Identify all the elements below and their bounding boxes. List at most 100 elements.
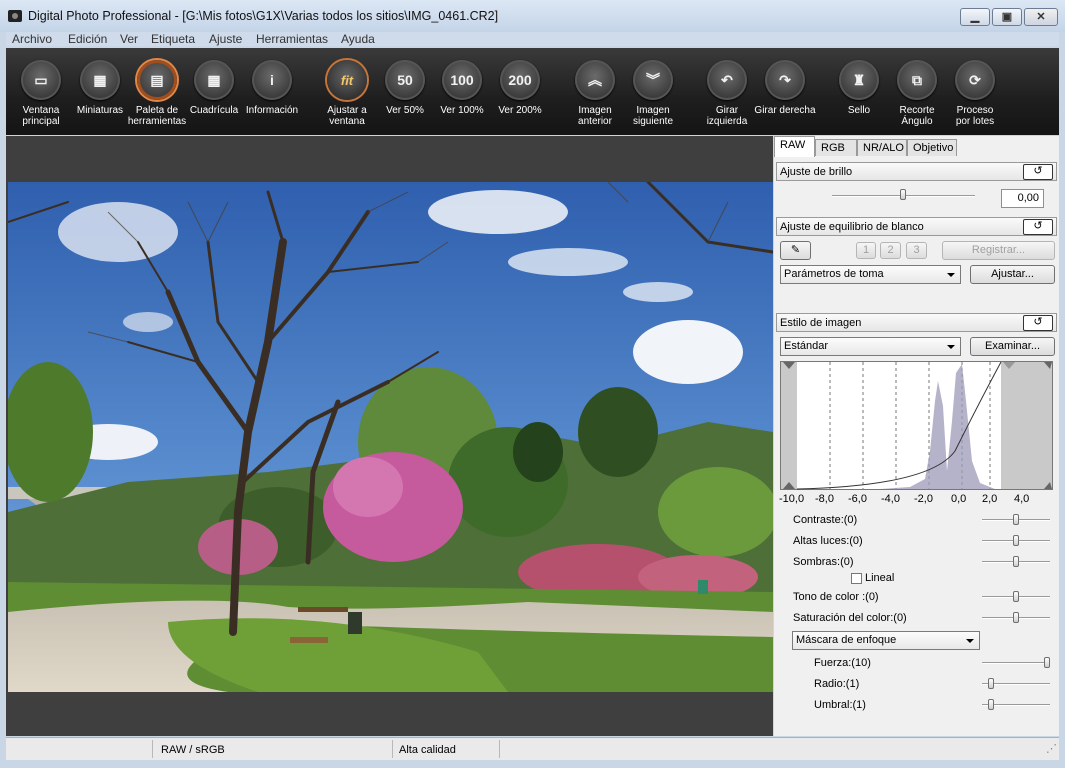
tool-palette-button[interactable]: ▤ Paleta de herramientas [126,60,188,127]
tab-nr-alo[interactable]: NR/ALO [857,139,907,156]
minimize-button[interactable]: ▁ [960,8,990,26]
eyedropper-icon: ✎ [790,244,801,256]
radius-slider-thumb[interactable] [988,678,994,689]
highlights-slider-thumb[interactable] [1013,535,1019,546]
strength-label: Fuerza:(10) [814,657,871,669]
radius-label: Radio:(1) [814,678,860,690]
tone-histogram[interactable] [780,361,1053,491]
zoom-100-label: Ver 100% [440,105,484,116]
browse-button[interactable]: Examinar... [970,337,1055,356]
register-button[interactable]: Registrar... [942,241,1055,260]
thumbnails-button[interactable]: ▦ Miniaturas [69,60,131,116]
tool-palette: RAW RGB NR/ALO Objetivo Ajuste de brillo… [774,136,1059,736]
white-balance-reset-button[interactable]: ↺ [1023,219,1053,235]
brightness-slider-thumb[interactable] [900,189,906,200]
tab-rgb[interactable]: RGB [815,139,857,156]
tab-raw[interactable]: RAW [774,136,815,157]
linear-label: Lineal [865,572,895,584]
next-image-icon: ︾ [633,60,673,100]
saturation-label: Saturación del color:(0) [793,612,907,624]
fit-window-label: Ajustar a ventana [327,105,367,127]
maximize-icon: ▣ [1001,11,1013,23]
batch-process-label: Proceso por lotes [955,105,995,127]
stamp-icon: ♜ [839,60,879,100]
axis-tick-m8: -8,0 [815,493,834,505]
status-colorspace: RAW / sRGB [161,744,225,756]
status-quality: Alta calidad [399,744,456,756]
info-button[interactable]: i Información [241,60,303,116]
landscape-photo [8,182,773,692]
threshold-slider-thumb[interactable] [988,699,994,710]
eyedropper-button[interactable]: ✎ [780,241,811,260]
menu-archivo[interactable]: Archivo [12,32,52,46]
strength-slider-thumb[interactable] [1044,657,1050,668]
close-button[interactable]: ✕ [1024,8,1058,26]
wb-preset-2-button[interactable]: 2 [880,242,901,259]
maximize-button[interactable]: ▣ [992,8,1022,26]
brightness-value-field[interactable]: 0,00 [1001,189,1044,208]
contrast-slider-thumb[interactable] [1013,514,1019,525]
shadows-label: Sombras:(0) [793,556,854,568]
contrast-label: Contraste:(0) [793,514,858,526]
shadows-slider-thumb[interactable] [1013,556,1019,567]
adjust-button[interactable]: Ajustar... [970,265,1055,284]
image-viewer[interactable] [6,136,773,736]
zoom-50-icon: 50 [385,60,425,100]
next-image-button[interactable]: ︾ Imagen siguiente [622,60,684,127]
menu-herramientas[interactable]: Herramientas [256,32,328,46]
camera-icon [8,10,22,22]
rotate-left-icon: ↶ [707,60,747,100]
previous-image-button[interactable]: ︽ Imagen anterior [564,60,626,127]
zoom-200-label: Ver 200% [498,105,542,116]
brightness-section: Ajuste de brillo ↺ [776,162,1057,181]
brightness-reset-button[interactable]: ↺ [1023,164,1053,180]
resize-grip-icon[interactable]: ⋰ [1046,742,1057,755]
menu-ajuste[interactable]: Ajuste [209,32,242,46]
zoom-50-button[interactable]: 50 Ver 50% [374,60,436,116]
menu-edicion[interactable]: Edición [68,32,107,46]
strength-slider[interactable] [982,662,1050,664]
zoom-200-button[interactable]: 200 Ver 200% [489,60,551,116]
color-tone-slider-thumb[interactable] [1013,591,1019,602]
axis-tick-m6: -6,0 [848,493,867,505]
batch-process-button[interactable]: ⟳ Proceso por lotes [944,60,1006,127]
crop-angle-icon: ⧉ [897,60,937,100]
thumbnails-icon: ▦ [80,60,120,100]
linear-checkbox[interactable] [851,573,862,584]
axis-tick-m10: -10,0 [779,493,805,505]
picture-style-select[interactable]: Estándar [780,337,961,356]
grid-icon: ▦ [194,60,234,100]
white-balance-title: Ajuste de equilibrio de blanco [780,221,924,233]
picture-style-reset-button[interactable]: ↺ [1023,315,1053,331]
folder-icon: ▭ [21,60,61,100]
window-title: Digital Photo Professional - [G:\Mis fot… [28,9,499,23]
rotate-right-button[interactable]: ↷ Girar derecha [754,60,816,116]
minimize-icon: ▁ [970,11,980,23]
rotate-right-label: Girar derecha [754,105,816,116]
white-balance-select[interactable]: Parámetros de toma [780,265,961,284]
status-divider [499,740,500,758]
stamp-button[interactable]: ♜ Sello [828,60,890,116]
main-window-button[interactable]: ▭ Ventana principal [10,60,72,127]
info-icon: i [252,60,292,100]
fit-window-button[interactable]: fit Ajustar a ventana [316,60,378,127]
tab-objetivo[interactable]: Objetivo [907,139,957,156]
wb-preset-1-button[interactable]: 1 [856,242,876,259]
photo-preview[interactable] [8,182,773,692]
menu-etiqueta[interactable]: Etiqueta [151,32,195,46]
sharpness-mode-select[interactable]: Máscara de enfoque [792,631,980,650]
thumbnails-label: Miniaturas [76,105,124,116]
rotate-left-button[interactable]: ↶ Girar izquierda [696,60,758,127]
threshold-label: Umbral:(1) [814,699,866,711]
menu-ver[interactable]: Ver [120,32,138,46]
menu-ayuda[interactable]: Ayuda [341,32,375,46]
axis-tick-m2: -2,0 [914,493,933,505]
grid-button[interactable]: ▦ Cuadrícula [183,60,245,116]
wb-preset-3-button[interactable]: 3 [906,242,927,259]
white-balance-section: Ajuste de equilibrio de blanco ↺ [776,217,1057,236]
zoom-100-button[interactable]: 100 Ver 100% [431,60,493,116]
previous-image-icon: ︽ [575,60,615,100]
tool-palette-icon: ▤ [137,60,177,100]
saturation-slider-thumb[interactable] [1013,612,1019,623]
crop-angle-button[interactable]: ⧉ Recorte Ángulo [886,60,948,127]
